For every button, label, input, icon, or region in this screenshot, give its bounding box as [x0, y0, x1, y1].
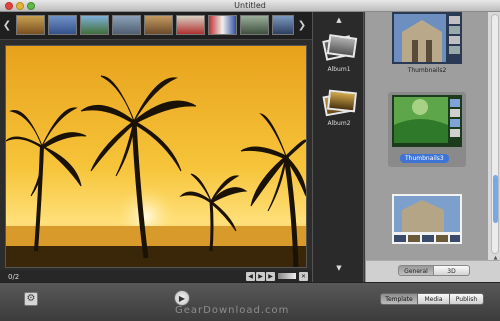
template-tab[interactable]: Template — [380, 293, 418, 305]
filmstrip-thumbnail[interactable] — [272, 15, 294, 35]
3d-segment-button[interactable]: 3D — [434, 265, 470, 276]
filmstrip-thumbnail[interactable] — [80, 15, 109, 35]
sunset-palm-photo — [6, 46, 306, 267]
filmstrip-thumbnail[interactable] — [112, 15, 141, 35]
template-item-selected[interactable]: Thumbnails3 — [388, 92, 466, 167]
next-photo-icon[interactable]: ▶ — [266, 272, 275, 281]
filmstrip-thumbnail[interactable] — [176, 15, 205, 35]
window-title: Untitled — [234, 1, 266, 10]
preview-pane: ❮ ❯ 0/2 ◀ ▶ ▶ ✕ — [0, 12, 312, 292]
title-bar: Untitled — [0, 0, 500, 12]
filmstrip-thumbnail[interactable] — [48, 15, 77, 35]
template-scrollbar-thumb[interactable] — [493, 175, 498, 223]
main-photo-frame — [5, 45, 307, 268]
album-item[interactable]: Album1 — [317, 34, 361, 73]
template-scrollbar[interactable] — [491, 14, 499, 254]
template-panel: Thumbnails2 Thumbnails3 ▲ General 3D — [365, 12, 500, 282]
album-list: ▲ Album1 Album2 ▼ — [312, 12, 364, 282]
album-thumbnail — [320, 88, 358, 118]
filmstrip-thumbnail[interactable] — [240, 15, 269, 35]
template-label: Thumbnails3 — [400, 154, 449, 163]
general-segment-button[interactable]: General — [398, 265, 434, 276]
previous-photo-icon[interactable]: ◀ — [246, 272, 255, 281]
gear-icon[interactable]: ⚙ — [24, 292, 38, 306]
template-preview — [392, 95, 462, 147]
watermark-text: GearDownload.com — [175, 305, 290, 316]
bottom-toolbar: ⚙ ▶ GearDownload.com Template Media Publ… — [0, 282, 500, 321]
album-item[interactable]: Album2 — [317, 88, 361, 127]
play-small-icon[interactable]: ▶ — [256, 272, 265, 281]
volume-slider[interactable] — [278, 273, 296, 279]
filmstrip-left-arrow-icon[interactable]: ❮ — [2, 18, 12, 34]
album-scroll-down-icon[interactable]: ▼ — [313, 264, 365, 272]
template-item[interactable] — [388, 194, 466, 247]
template-preview — [392, 12, 462, 64]
fullscreen-icon[interactable]: ✕ — [299, 272, 308, 281]
filmstrip-thumbnail[interactable] — [208, 15, 237, 35]
play-slideshow-button[interactable]: ▶ — [174, 290, 190, 306]
album-thumbnail — [320, 34, 358, 64]
filmstrip-thumbnail[interactable] — [16, 15, 45, 35]
photo-counter: 0/2 — [8, 273, 20, 281]
filmstrip: ❮ ❯ — [0, 12, 312, 40]
template-item[interactable]: Thumbnails2 — [388, 12, 466, 74]
app-window: Untitled ❮ ❯ 0/2 ◀ ▶ ▶ ✕ ▲ Album1 Album2… — [0, 0, 500, 321]
album-label: Album1 — [327, 66, 351, 73]
album-label: Album2 — [327, 120, 351, 127]
filmstrip-thumbnail[interactable] — [144, 15, 173, 35]
filmstrip-right-arrow-icon[interactable]: ❯ — [297, 18, 307, 34]
template-list: Thumbnails2 Thumbnails3 — [366, 12, 488, 260]
media-tab[interactable]: Media — [418, 293, 450, 305]
publish-tab[interactable]: Publish — [450, 293, 484, 305]
album-scroll-up-icon[interactable]: ▲ — [313, 16, 365, 24]
template-mode-bar: General 3D — [366, 260, 500, 282]
template-preview — [392, 194, 462, 244]
template-label: Thumbnails2 — [407, 67, 447, 74]
